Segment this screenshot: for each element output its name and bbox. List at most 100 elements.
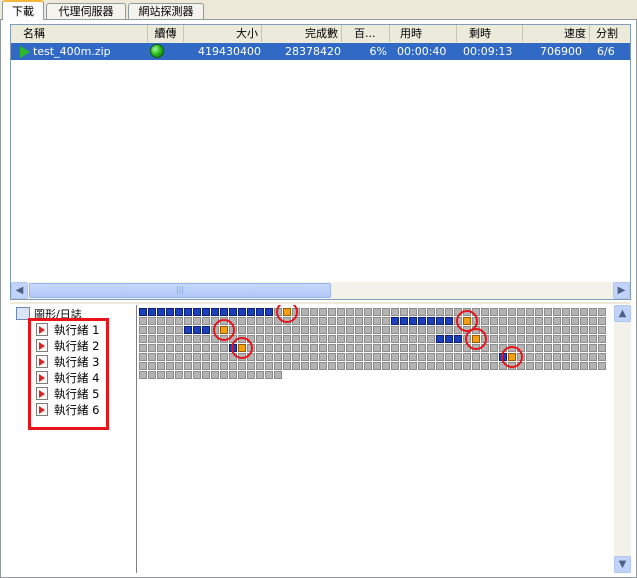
pending-segment-block — [157, 353, 165, 361]
pending-segment-block — [319, 344, 327, 352]
pending-segment-block — [193, 344, 201, 352]
pending-segment-block — [544, 326, 552, 334]
pending-segment-block — [319, 335, 327, 343]
pending-segment-block — [436, 326, 444, 334]
pending-segment-block — [418, 362, 426, 370]
pending-segment-block — [508, 335, 516, 343]
download-list: 名稱 續傳 大小 完成數 百... 用時 剩時 速度 分割 test_400m.… — [10, 24, 631, 300]
pending-segment-block — [445, 308, 453, 316]
pending-segment-block — [193, 362, 201, 370]
pending-segment-block — [274, 335, 282, 343]
pending-segment-block — [373, 344, 381, 352]
pending-segment-block — [409, 362, 417, 370]
pending-segment-block — [580, 317, 588, 325]
col-speed[interactable]: 速度 — [523, 25, 590, 42]
pending-segment-block — [409, 335, 417, 343]
highlight-circle — [213, 319, 235, 341]
horizontal-scrollbar[interactable]: ◀ ||| ▶ — [11, 282, 630, 299]
elapsed-cell: 00:00:40 — [397, 45, 447, 58]
pending-segment-block — [580, 308, 588, 316]
completed-segment-block — [193, 308, 201, 316]
pending-segment-block — [310, 326, 318, 334]
pending-segment-block — [598, 326, 606, 334]
pending-segment-block — [598, 308, 606, 316]
col-percent[interactable]: 百... — [342, 25, 390, 42]
pending-segment-block — [580, 353, 588, 361]
col-size[interactable]: 大小 — [184, 25, 262, 42]
remaining-cell: 00:09:13 — [463, 45, 513, 58]
pending-segment-block — [202, 344, 210, 352]
pending-segment-block — [526, 308, 534, 316]
pending-segment-block — [238, 362, 246, 370]
pending-segment-block — [355, 317, 363, 325]
pending-segment-block — [598, 362, 606, 370]
pending-segment-block — [184, 344, 192, 352]
speed-cell: 706900 — [540, 45, 582, 58]
pending-segment-block — [436, 362, 444, 370]
pending-segment-block — [157, 317, 165, 325]
pending-segment-block — [373, 308, 381, 316]
tab-proxy-server[interactable]: 代理伺服器 — [46, 3, 126, 19]
chevron-left-icon[interactable]: ◀ — [11, 282, 28, 299]
pending-segment-block — [256, 353, 264, 361]
pending-segment-block — [292, 326, 300, 334]
pending-segment-block — [418, 344, 426, 352]
pending-segment-block — [157, 335, 165, 343]
pending-segment-block — [589, 317, 597, 325]
pending-segment-block — [328, 335, 336, 343]
pending-segment-block — [292, 344, 300, 352]
vertical-scrollbar[interactable]: ▲ ▼ — [614, 305, 631, 573]
tab-site-explorer[interactable]: 網站探測器 — [128, 3, 204, 19]
pending-segment-block — [535, 317, 543, 325]
highlight-circle — [501, 346, 523, 368]
col-elapsed[interactable]: 用時 — [390, 25, 457, 42]
pending-segment-block — [157, 326, 165, 334]
tab-download[interactable]: 下載 — [2, 0, 44, 20]
resume-cell — [148, 43, 184, 60]
pending-segment-block — [463, 362, 471, 370]
pending-segment-block — [571, 335, 579, 343]
pending-segment-block — [427, 326, 435, 334]
pending-segment-block — [355, 344, 363, 352]
pending-segment-block — [328, 362, 336, 370]
pending-segment-block — [373, 326, 381, 334]
pane-splitter[interactable] — [10, 302, 631, 304]
pending-segment-block — [166, 335, 174, 343]
pending-segment-block — [562, 353, 570, 361]
col-name[interactable]: 名稱 — [11, 25, 148, 42]
pending-segment-block — [346, 326, 354, 334]
scrollbar-thumb[interactable]: ||| — [29, 283, 331, 298]
pending-segment-block — [220, 344, 228, 352]
table-row[interactable]: test_400m.zip 419430400 28378420 6% 00:0… — [11, 43, 630, 60]
pending-segment-block — [526, 353, 534, 361]
col-completed[interactable]: 完成數 — [262, 25, 342, 42]
highlight-circle — [465, 328, 487, 350]
pending-segment-block — [490, 317, 498, 325]
col-resume[interactable]: 續傳 — [148, 25, 184, 42]
pending-segment-block — [256, 335, 264, 343]
pending-segment-block — [175, 353, 183, 361]
pending-segment-block — [535, 353, 543, 361]
pending-segment-block — [589, 353, 597, 361]
completed-segment-block — [436, 317, 444, 325]
col-remaining[interactable]: 剩時 — [457, 25, 523, 42]
completed-segment-block — [166, 308, 174, 316]
pending-segment-block — [436, 353, 444, 361]
pending-segment-block — [256, 317, 264, 325]
col-splits[interactable]: 分割 — [590, 25, 630, 42]
chevron-right-icon[interactable]: ▶ — [613, 282, 630, 299]
pending-segment-block — [184, 317, 192, 325]
pending-segment-block — [274, 362, 282, 370]
pending-segment-block — [499, 326, 507, 334]
completed-segment-block — [229, 308, 237, 316]
pending-segment-block — [580, 335, 588, 343]
pending-segment-block — [319, 353, 327, 361]
chevron-up-icon[interactable]: ▲ — [614, 305, 631, 322]
pending-segment-block — [391, 353, 399, 361]
chevron-down-icon[interactable]: ▼ — [614, 556, 631, 573]
pending-segment-block — [562, 335, 570, 343]
pending-segment-block — [418, 353, 426, 361]
completed-segment-block — [427, 317, 435, 325]
pending-segment-block — [571, 308, 579, 316]
pending-segment-block — [499, 335, 507, 343]
